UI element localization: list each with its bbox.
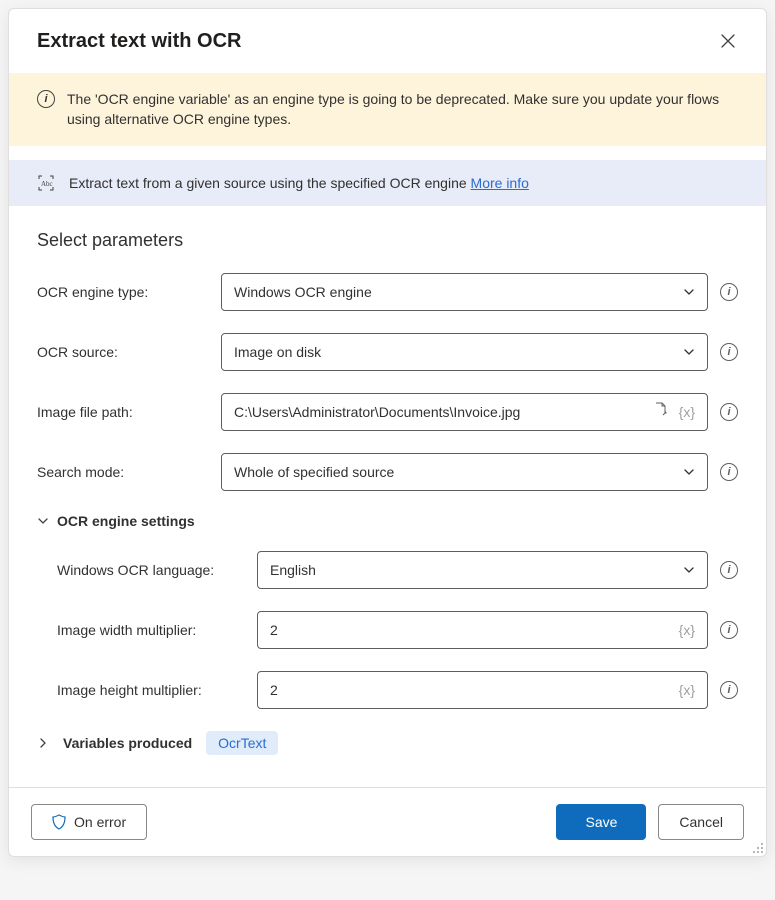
svg-text:Abc: Abc bbox=[41, 180, 53, 188]
dialog: Extract text with OCR i The 'OCR engine … bbox=[8, 8, 767, 857]
select-value: Whole of specified source bbox=[234, 464, 394, 480]
label-file-path: Image file path: bbox=[37, 404, 209, 420]
variable-pill[interactable]: OcrText bbox=[206, 731, 278, 755]
dialog-header: Extract text with OCR bbox=[9, 9, 766, 73]
field-width-mult: Image width multiplier: {x} i bbox=[57, 611, 738, 649]
ocr-extract-icon: Abc bbox=[37, 174, 55, 192]
label-search-mode: Search mode: bbox=[37, 464, 209, 480]
on-error-button[interactable]: On error bbox=[31, 804, 147, 840]
warning-banner: i The 'OCR engine variable' as an engine… bbox=[9, 73, 766, 146]
select-value: English bbox=[270, 562, 316, 578]
field-height-mult: Image height multiplier: {x} i bbox=[57, 671, 738, 709]
more-info-link[interactable]: More info bbox=[471, 175, 529, 191]
info-icon[interactable]: i bbox=[720, 403, 738, 421]
field-engine-type: OCR engine type: Windows OCR engine i bbox=[37, 273, 738, 311]
save-label: Save bbox=[585, 814, 617, 830]
info-icon[interactable]: i bbox=[720, 621, 738, 639]
footer-actions: Save Cancel bbox=[556, 804, 744, 840]
select-ocr-source[interactable]: Image on disk bbox=[221, 333, 708, 371]
field-language: Windows OCR language: English i bbox=[57, 551, 738, 589]
chevron-down-icon bbox=[683, 564, 695, 576]
info-icon: i bbox=[37, 90, 55, 108]
cancel-label: Cancel bbox=[679, 814, 723, 830]
chevron-down-icon bbox=[683, 286, 695, 298]
info-icon[interactable]: i bbox=[720, 681, 738, 699]
info-icon[interactable]: i bbox=[720, 561, 738, 579]
select-language[interactable]: English bbox=[257, 551, 708, 589]
engine-settings-title: OCR engine settings bbox=[57, 513, 195, 529]
variables-produced-toggle[interactable]: Variables produced OcrText bbox=[9, 731, 766, 777]
on-error-label: On error bbox=[74, 814, 126, 830]
input-width-mult[interactable]: {x} bbox=[257, 611, 708, 649]
chevron-down-icon bbox=[683, 346, 695, 358]
close-icon bbox=[721, 34, 735, 48]
parameters-section: Select parameters OCR engine type: Windo… bbox=[9, 206, 766, 709]
input-file-path[interactable]: {x} bbox=[221, 393, 708, 431]
field-file-path: Image file path: {x} i bbox=[37, 393, 738, 431]
width-mult-text[interactable] bbox=[270, 622, 679, 638]
label-width-mult: Image width multiplier: bbox=[57, 622, 245, 638]
variables-title: Variables produced bbox=[63, 735, 192, 751]
field-search-mode: Search mode: Whole of specified source i bbox=[37, 453, 738, 491]
select-value: Image on disk bbox=[234, 344, 321, 360]
chevron-down-icon bbox=[683, 466, 695, 478]
select-value: Windows OCR engine bbox=[234, 284, 372, 300]
input-height-mult[interactable]: {x} bbox=[257, 671, 708, 709]
variable-icon[interactable]: {x} bbox=[679, 622, 695, 638]
select-engine-type[interactable]: Windows OCR engine bbox=[221, 273, 708, 311]
variable-icon[interactable]: {x} bbox=[679, 404, 695, 420]
engine-settings-panel: Windows OCR language: English i Image wi… bbox=[37, 551, 738, 709]
label-height-mult: Image height multiplier: bbox=[57, 682, 245, 698]
height-mult-text[interactable] bbox=[270, 682, 679, 698]
info-icon[interactable]: i bbox=[720, 463, 738, 481]
chevron-right-icon bbox=[37, 737, 49, 749]
dialog-title: Extract text with OCR bbox=[37, 30, 241, 53]
info-icon[interactable]: i bbox=[720, 343, 738, 361]
dialog-footer: On error Save Cancel bbox=[9, 787, 766, 856]
description-text: Extract text from a given source using t… bbox=[69, 175, 529, 191]
chevron-down-icon bbox=[37, 515, 49, 527]
warning-message: The 'OCR engine variable' as an engine t… bbox=[67, 89, 742, 130]
label-engine-type: OCR engine type: bbox=[37, 284, 209, 300]
info-icon[interactable]: i bbox=[720, 283, 738, 301]
field-ocr-source: OCR source: Image on disk i bbox=[37, 333, 738, 371]
label-language: Windows OCR language: bbox=[57, 562, 245, 578]
select-search-mode[interactable]: Whole of specified source bbox=[221, 453, 708, 491]
close-button[interactable] bbox=[714, 27, 742, 55]
save-button[interactable]: Save bbox=[556, 804, 646, 840]
shield-icon bbox=[52, 814, 66, 830]
section-title: Select parameters bbox=[37, 230, 738, 251]
cancel-button[interactable]: Cancel bbox=[658, 804, 744, 840]
label-ocr-source: OCR source: bbox=[37, 344, 209, 360]
file-path-text[interactable] bbox=[234, 404, 653, 420]
resize-grip-icon[interactable] bbox=[750, 840, 764, 854]
description-label: Extract text from a given source using t… bbox=[69, 175, 471, 191]
description-banner: Abc Extract text from a given source usi… bbox=[9, 160, 766, 206]
variable-icon[interactable]: {x} bbox=[679, 682, 695, 698]
file-picker-icon[interactable] bbox=[653, 402, 669, 421]
ocr-engine-settings-toggle[interactable]: OCR engine settings bbox=[37, 513, 738, 529]
